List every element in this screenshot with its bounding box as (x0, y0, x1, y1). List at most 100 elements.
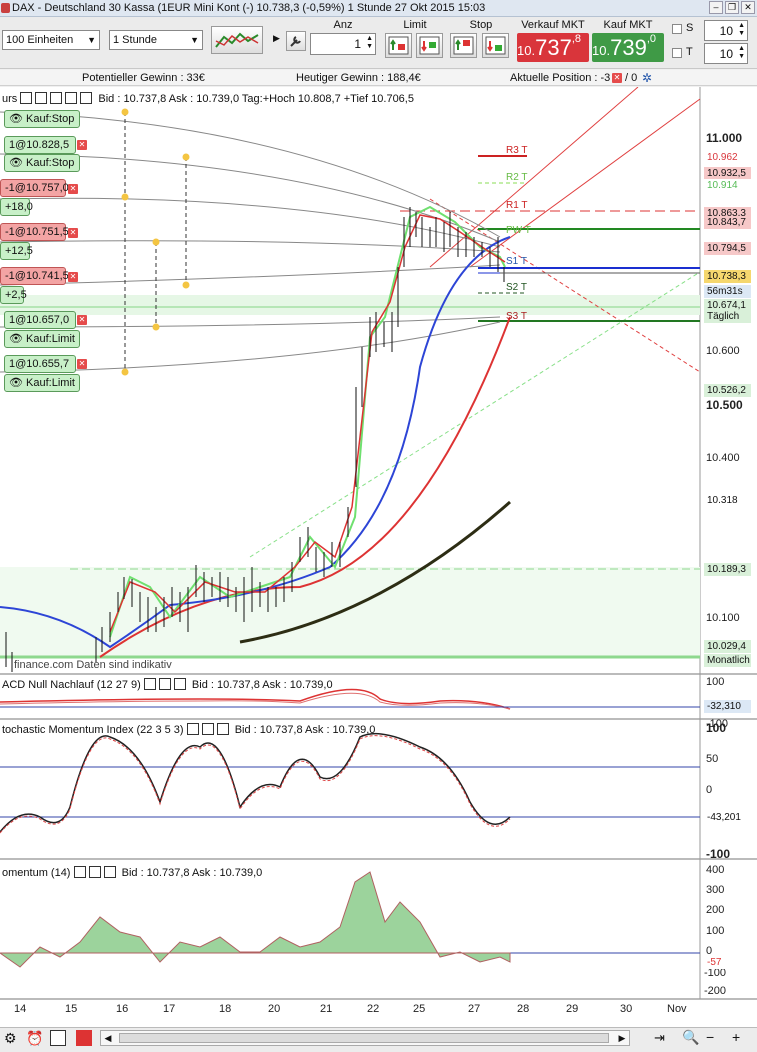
zoom-out-icon[interactable]: − (706, 1029, 714, 1045)
target-checkbox[interactable] (672, 48, 682, 58)
pivot-s1: S1 T (506, 256, 527, 267)
buy-stop-button[interactable] (450, 33, 477, 58)
restore-icon[interactable]: ❐ (725, 1, 739, 14)
buy-price-big: 739 (610, 35, 647, 60)
order-price-2[interactable]: 1@10.657,0 (4, 311, 76, 329)
sell-label: Verkauf MKT (521, 19, 585, 31)
position-order-3[interactable]: -1@10.741,5 (0, 267, 69, 285)
sell-price-big: 737 (535, 35, 572, 60)
order-kauf-stop-1[interactable]: 👁 Kauf:Stop (4, 110, 80, 128)
pivot-r3: R3 T (506, 145, 528, 156)
x-tick: 27 (468, 1003, 481, 1015)
gear-icon[interactable]: ✲ (642, 71, 652, 85)
arrow-icon[interactable] (80, 92, 93, 104)
order-kauf-limit-1[interactable]: 👁 Kauf:Limit (4, 330, 80, 348)
play-icon[interactable]: ▶ (273, 33, 280, 44)
sell-stop-button[interactable] (482, 33, 509, 58)
minimize-icon[interactable]: – (709, 1, 723, 14)
buy-limit-button[interactable] (385, 33, 412, 58)
x-tick: 15 (65, 1003, 78, 1015)
close-icon[interactable] (216, 723, 229, 735)
wrench-icon[interactable] (143, 678, 156, 690)
scroll-track[interactable]: ◀ ▶ (100, 1030, 630, 1046)
buy-stop-icon (453, 36, 474, 55)
t-value: 10 (719, 47, 733, 61)
order-label: Kauf:Limit (26, 377, 75, 389)
s-stepper[interactable]: 10 ▲ ▼ (704, 20, 748, 41)
alarm-icon[interactable]: ⏰ (26, 1030, 43, 1047)
scroll-left-icon[interactable]: ◀ (101, 1031, 115, 1045)
chart-area: urs Bid : 10.737,8 Ask : 10.739,0 Tag:+H… (0, 86, 757, 1027)
order-close-icon[interactable]: ✕ (68, 184, 78, 194)
scroll-thumb[interactable] (119, 1033, 609, 1043)
close-position-icon[interactable]: ✕ (612, 73, 622, 83)
scroll-end-icon[interactable]: ⇥ (654, 1030, 665, 1046)
add-study-icon[interactable]: ⚙ (4, 1030, 17, 1047)
mom-tick-300: 300 (706, 884, 725, 896)
x-tick: 21 (320, 1003, 333, 1015)
window-icon[interactable] (35, 92, 48, 104)
y-tick-10500: 10.500 (706, 398, 743, 412)
wrench-icon[interactable] (73, 866, 86, 878)
sell-market-button[interactable]: 10.737,8 (517, 33, 589, 62)
interval-select[interactable]: 1 Stunde ▼ (109, 30, 203, 50)
order-label: Kauf:Stop (26, 113, 75, 125)
order-close-icon[interactable]: ✕ (68, 228, 78, 238)
order-kauf-limit-2[interactable]: 👁 Kauf:Limit (4, 374, 80, 392)
main-panel-header: urs Bid : 10.737,8 Ask : 10.739,0 Tag:+H… (2, 92, 414, 107)
main-panel-label: urs (2, 93, 18, 105)
order-kauf-stop-2[interactable]: 👁 Kauf:Stop (4, 154, 80, 172)
wrench-icon[interactable] (186, 723, 199, 735)
bell-icon[interactable] (50, 92, 63, 104)
mom-tick-neg200: -200 (704, 985, 727, 997)
scroll-right-icon[interactable]: ▶ (615, 1031, 629, 1045)
buy-price-frac: ,0 (646, 33, 656, 45)
price-tag: Monatlich (704, 654, 751, 667)
window-icon[interactable] (201, 723, 214, 735)
order-close-icon[interactable]: ✕ (77, 315, 87, 325)
position-order-2[interactable]: -1@10.751,5 (0, 223, 69, 241)
sell-limit-button[interactable] (416, 33, 443, 58)
eye-icon: 👁 (9, 113, 27, 125)
marker-icon[interactable] (76, 1030, 92, 1046)
units-select[interactable]: 100 Einheiten ▼ (2, 30, 100, 50)
window-icon[interactable] (88, 866, 101, 878)
mom-tick-100: 100 (706, 925, 725, 937)
sell-limit-icon (419, 36, 440, 55)
stop-label: Stop (469, 19, 493, 31)
wrench-icon[interactable] (20, 92, 33, 104)
close-icon[interactable] (65, 92, 78, 104)
position-pl-2: +12,5 (0, 242, 33, 260)
wrench-icon[interactable] (286, 31, 306, 51)
buy-market-button[interactable]: 10.739,0 (592, 33, 664, 62)
indicator-chart-button[interactable] (211, 26, 263, 54)
x-tick: 18 (219, 1003, 232, 1015)
zoom-reset-icon[interactable]: 🔍 (682, 1029, 699, 1046)
window-icon[interactable] (158, 678, 171, 690)
buy-price-small: 10. (592, 43, 611, 58)
spin-arrows-icon[interactable]: ▲ ▼ (738, 45, 745, 61)
zoom-in-icon[interactable]: + (732, 1029, 740, 1045)
order-price-3[interactable]: 1@10.655,7 (4, 355, 76, 373)
order-price-1[interactable]: 1@10.828,5 (4, 136, 76, 154)
y-tick-10600: 10.600 (706, 345, 740, 357)
price-tag: 10.962 (704, 151, 751, 164)
order-close-icon[interactable]: ✕ (77, 359, 87, 369)
quantity-stepper[interactable]: 1 ▲ ▼ (310, 33, 376, 55)
order-close-icon[interactable]: ✕ (77, 140, 87, 150)
close-icon[interactable] (103, 866, 116, 878)
table-icon[interactable] (50, 1030, 66, 1046)
order-close-icon[interactable]: ✕ (68, 272, 78, 282)
close-icon[interactable]: ✕ (741, 1, 755, 14)
t-stepper[interactable]: 10 ▲ ▼ (704, 43, 748, 64)
spin-arrows-icon[interactable]: ▲ ▼ (738, 22, 745, 38)
stop-checkbox[interactable] (672, 24, 682, 34)
today-profit: Heutiger Gewinn : 188,4€ (296, 72, 421, 84)
close-icon[interactable] (173, 678, 186, 690)
x-tick: 17 (163, 1003, 176, 1015)
x-tick: 25 (413, 1003, 426, 1015)
spin-arrows-icon[interactable]: ▲ ▼ (366, 35, 373, 51)
x-tick: 29 (566, 1003, 579, 1015)
mom-tick-400: 400 (706, 864, 725, 876)
position-order-1[interactable]: -1@10.757,0 (0, 179, 69, 197)
